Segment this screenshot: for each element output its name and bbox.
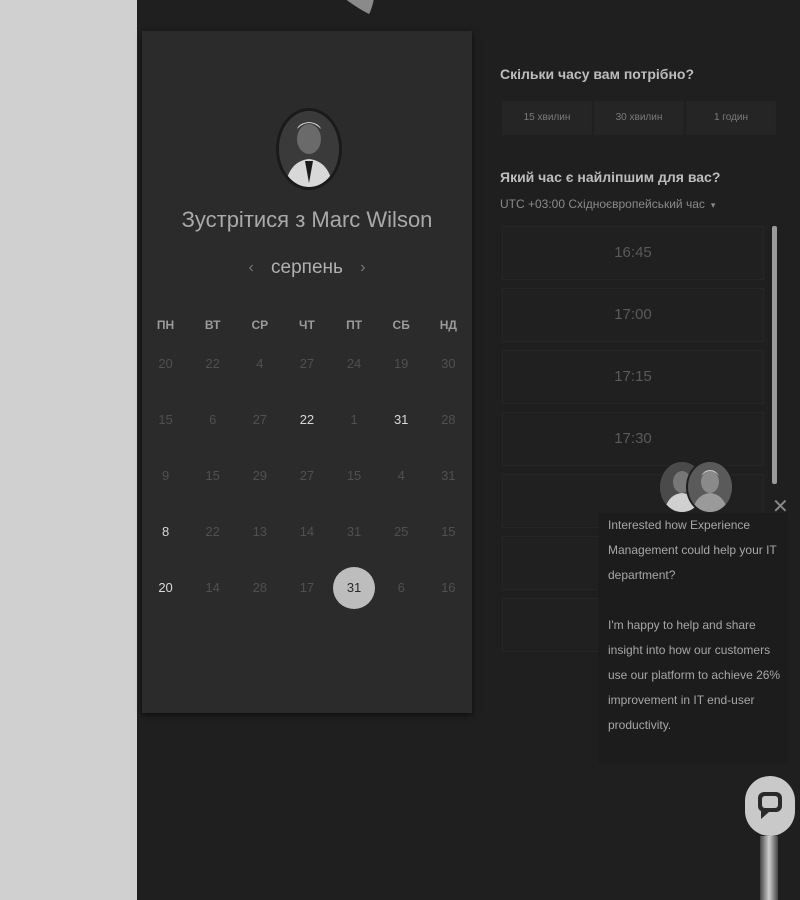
calendar-day[interactable]: 15 [331, 450, 378, 502]
chat-message-text: Interested how Experience Management cou… [608, 518, 777, 582]
calendar-week: 20 14 28 17 31 6 16 [142, 562, 472, 618]
calendar-day[interactable]: 29 [236, 450, 283, 502]
calendar-week: 9 15 29 27 15 4 31 [142, 450, 472, 506]
calendar-grid: ПН ВТ СР ЧТ ПТ СБ НД 20 22 4 27 24 19 30 15 6 27 2… [142, 318, 472, 618]
agent-avatar [686, 460, 734, 514]
calendar-week: 15 6 27 22 1 31 28 [142, 394, 472, 450]
weekday-label: ПТ [346, 318, 363, 332]
calendar-day[interactable]: 30 [425, 338, 472, 390]
month-navigator: ‹ серпень › [142, 257, 472, 279]
calendar-day[interactable]: 24 [331, 338, 378, 390]
calendar-day[interactable]: 28 [236, 562, 283, 614]
weekday-label: ВТ [204, 318, 221, 332]
calendar-day[interactable]: 27 [283, 338, 330, 390]
chat-button[interactable] [745, 776, 795, 836]
calendar-day[interactable]: 15 [142, 394, 189, 446]
calendar-day[interactable]: 15 [189, 450, 236, 502]
decorative-glow [760, 836, 778, 900]
duration-option[interactable]: 1 годин [686, 101, 776, 135]
calendar-day[interactable]: 20 [142, 562, 189, 614]
chat-message-text: I'm happy to help and share insight into… [608, 618, 781, 732]
chat-avatars [658, 460, 734, 514]
calendar-day[interactable]: 31 [425, 450, 472, 502]
weekday-label: ЧТ [299, 318, 315, 332]
caret-down-icon: ▾ [710, 200, 716, 210]
calendar-day[interactable]: 14 [283, 506, 330, 558]
calendar-day[interactable]: 16 [425, 562, 472, 614]
calendar-day[interactable]: 19 [378, 338, 425, 390]
host-avatar [276, 108, 342, 190]
weekday-label: ПН [156, 318, 175, 332]
weekday-header: ПН ВТ СР ЧТ ПТ СБ НД [142, 318, 472, 332]
calendar-day[interactable]: 22 [283, 394, 330, 446]
calendar-day[interactable]: 4 [236, 338, 283, 390]
scrollbar[interactable] [772, 226, 777, 484]
calendar-card: Зустрітися з Marc Wilson ‹ серпень › ПН … [142, 31, 472, 713]
timezone-label: UTC +03:00 Східноєвропейський час [500, 197, 705, 211]
selected-day-label: 31 [333, 567, 376, 609]
person-icon [279, 111, 339, 187]
calendar-week: 8 22 13 14 31 25 15 [142, 506, 472, 562]
weekday-label: СБ [392, 318, 410, 332]
calendar-week: 20 22 4 27 24 19 30 [142, 338, 472, 394]
duration-option[interactable]: 30 хвилин [594, 101, 684, 135]
calendar-day[interactable]: 15 [425, 506, 472, 558]
time-slot[interactable]: 17:15 [502, 350, 764, 404]
chevron-right-icon[interactable]: › [348, 259, 377, 277]
calendar-day[interactable]: 6 [189, 394, 236, 446]
person-icon [688, 462, 732, 512]
page-title: Зустрітися з Marc Wilson [181, 207, 433, 232]
calendar-day[interactable]: 22 [189, 338, 236, 390]
chat-bubble-icon [758, 792, 782, 819]
calendar-day[interactable]: 31 [378, 394, 425, 446]
calendar-day[interactable]: 17 [283, 562, 330, 614]
duration-question: Скільки часу вам потрібно? [500, 66, 695, 82]
weekday-label: НД [439, 318, 457, 332]
time-slot[interactable]: 17:30 [502, 412, 764, 466]
timezone-select[interactable]: UTC +03:00 Східноєвропейський час ▾ [500, 197, 715, 211]
calendar-day[interactable]: 8 [142, 506, 189, 558]
chevron-left-icon[interactable]: ‹ [236, 259, 265, 277]
calendar-day[interactable]: 31 [331, 506, 378, 558]
calendar-day[interactable]: 27 [236, 394, 283, 446]
time-slot[interactable]: 16:45 [502, 226, 764, 280]
weekday-label: СР [251, 318, 269, 332]
calendar-weeks: 20 22 4 27 24 19 30 15 6 27 22 1 31 28 9 15 29 27 15 4 31 8 22… [142, 338, 472, 618]
duration-options: 15 хвилин 30 хвилин 1 годин [502, 101, 776, 135]
calendar-day[interactable]: 20 [142, 338, 189, 390]
calendar-day[interactable]: 4 [378, 450, 425, 502]
logo-icon [346, 0, 374, 14]
time-question: Який час є найліпшим для вас? [500, 169, 721, 185]
calendar-day[interactable]: 22 [189, 506, 236, 558]
calendar-day[interactable]: 28 [425, 394, 472, 446]
chat-message: Interested how Experience Management cou… [598, 513, 788, 763]
calendar-day[interactable]: 1 [331, 394, 378, 446]
booking-panel: Скільки часу вам потрібно? 15 хвилин 30 … [500, 0, 800, 900]
time-slot[interactable]: 17:00 [502, 288, 764, 342]
calendar-day[interactable]: 25 [378, 506, 425, 558]
calendar-day[interactable]: 31 [331, 562, 378, 614]
left-gutter [0, 0, 137, 900]
month-label: серпень [271, 257, 343, 278]
calendar-day[interactable]: 27 [283, 450, 330, 502]
calendar-day[interactable]: 13 [236, 506, 283, 558]
calendar-day[interactable]: 9 [142, 450, 189, 502]
duration-option[interactable]: 15 хвилин [502, 101, 592, 135]
calendar-day[interactable]: 6 [378, 562, 425, 614]
calendar-day[interactable]: 14 [189, 562, 236, 614]
